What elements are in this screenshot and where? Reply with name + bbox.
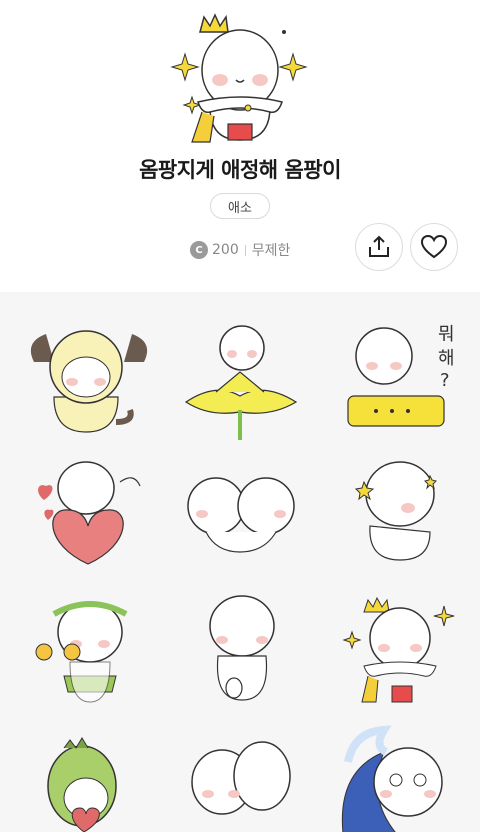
sitting-stars-sticker[interactable] xyxy=(334,452,464,572)
price-value: 200 xyxy=(212,242,239,258)
shy-back-sticker[interactable] xyxy=(176,592,306,712)
pack-hero: 옴팡지게 애정해 옴팡이 애소 C 200 무제한 xyxy=(0,0,480,292)
coin-icon: C xyxy=(190,241,208,259)
share-button[interactable] xyxy=(355,223,403,271)
pack-title: 옴팡지게 애정해 옴팡이 xyxy=(139,158,341,182)
hug-two-sticker[interactable] xyxy=(176,452,306,572)
divider xyxy=(244,244,246,256)
king-crown-sticker[interactable] xyxy=(334,592,464,712)
hula-maracas-sticker[interactable] xyxy=(24,592,154,712)
heart-icon xyxy=(420,234,448,259)
puppy-hood-sticker[interactable] xyxy=(24,322,154,442)
bubble-text-2: 해 xyxy=(438,348,455,369)
bubble-text-1: 뭐 xyxy=(438,324,455,345)
flower-sticker[interactable] xyxy=(176,322,306,442)
price-row: C 200 무제한 xyxy=(190,238,290,262)
sticker-grid: 뭐 해 ? xyxy=(0,292,480,832)
wave-crying-sticker[interactable] xyxy=(334,722,464,832)
like-button[interactable] xyxy=(410,223,458,271)
heart-hug-sticker[interactable] xyxy=(24,452,154,572)
duration-label: 무제한 xyxy=(251,243,291,259)
pack-cover-image xyxy=(170,13,308,143)
bubble-text-3: ? xyxy=(440,370,450,391)
cuddle-sticker[interactable] xyxy=(176,722,306,832)
author-chip[interactable]: 애소 xyxy=(210,193,270,219)
dino-heart-sticker[interactable] xyxy=(24,722,154,832)
share-icon xyxy=(369,235,389,257)
speech-bubble-sticker[interactable]: 뭐 해 ? xyxy=(334,322,464,442)
